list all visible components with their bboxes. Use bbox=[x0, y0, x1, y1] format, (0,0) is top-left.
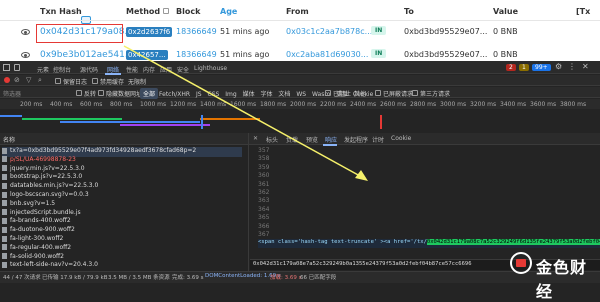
watermark-text: 金色财经 bbox=[536, 258, 588, 301]
logo-icon bbox=[510, 252, 532, 274]
annotation-arrow bbox=[123, 45, 368, 181]
watermark: 金色财经 bbox=[510, 250, 600, 301]
